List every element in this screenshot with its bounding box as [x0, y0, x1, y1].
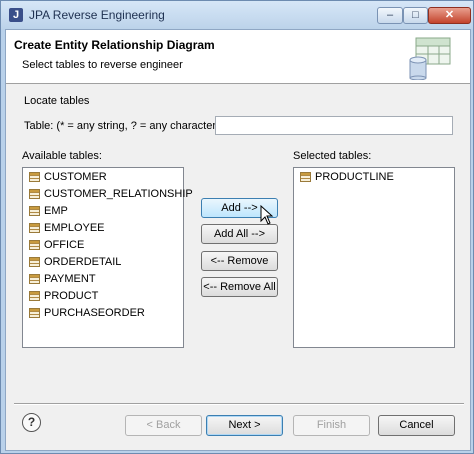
list-item[interactable]: PURCHASEORDER — [23, 304, 183, 321]
window-title: JPA Reverse Engineering — [29, 8, 165, 22]
table-database-icon — [409, 37, 451, 80]
help-icon[interactable]: ? — [22, 413, 41, 432]
mouse-cursor-icon — [260, 205, 274, 225]
table-icon — [29, 256, 40, 267]
close-button[interactable]: ✕ — [428, 7, 471, 24]
list-item[interactable]: PRODUCTLINE — [294, 168, 454, 185]
table-icon — [29, 205, 40, 216]
list-item[interactable]: PRODUCT — [23, 287, 183, 304]
remove-button[interactable]: <-- Remove — [201, 251, 278, 271]
table-icon — [29, 239, 40, 250]
list-item[interactable]: EMP — [23, 202, 183, 219]
list-item[interactable]: ORDERDETAIL — [23, 253, 183, 270]
list-item[interactable]: CUSTOMER — [23, 168, 183, 185]
finish-button[interactable]: Finish — [293, 415, 370, 436]
minimize-button[interactable]: – — [377, 7, 403, 24]
title-bar[interactable]: J JPA Reverse Engineering – □ ✕ — [1, 1, 473, 29]
wizard-header: Create Entity Relationship Diagram Selec… — [6, 30, 470, 84]
table-icon — [29, 171, 40, 182]
table-icon — [29, 273, 40, 284]
selected-tables-list[interactable]: PRODUCTLINE — [293, 167, 455, 348]
selected-tables-label: Selected tables: — [293, 150, 372, 162]
table-icon — [29, 290, 40, 301]
table-icon — [29, 222, 40, 233]
list-item[interactable]: EMPLOYEE — [23, 219, 183, 236]
locate-tables-group: Locate tables Table: (* = any string, ? … — [20, 92, 458, 142]
add-all-button[interactable]: Add All --> — [201, 224, 278, 244]
back-button[interactable]: < Back — [125, 415, 202, 436]
table-icon — [300, 171, 311, 182]
cancel-button[interactable]: Cancel — [378, 415, 455, 436]
app-icon: J — [9, 8, 23, 22]
available-tables-list[interactable]: CUSTOMER CUSTOMER_RELATIONSHIP EMP EMPLO… — [22, 167, 193, 348]
list-item[interactable]: CUSTOMER_RELATIONSHIP — [23, 185, 193, 202]
dialog-window: J JPA Reverse Engineering – □ ✕ Create E… — [0, 0, 474, 454]
table-filter-label: Table: (* = any string, ? = any characte… — [24, 120, 220, 132]
next-button[interactable]: Next > — [206, 415, 283, 436]
table-icon — [29, 307, 40, 318]
page-subtitle: Select tables to reverse engineer — [22, 59, 183, 71]
table-filter-input[interactable] — [215, 116, 453, 135]
available-tables-label: Available tables: — [22, 150, 102, 162]
page-title: Create Entity Relationship Diagram — [14, 38, 215, 52]
locate-tables-title: Locate tables — [24, 95, 90, 107]
list-item[interactable]: OFFICE — [23, 236, 183, 253]
remove-all-button[interactable]: <-- Remove All — [201, 277, 278, 297]
footer-separator — [14, 403, 464, 405]
dialog-client: Create Entity Relationship Diagram Selec… — [5, 29, 471, 451]
maximize-button[interactable]: □ — [403, 7, 428, 24]
table-icon — [29, 188, 40, 199]
list-item[interactable]: PAYMENT — [23, 270, 183, 287]
